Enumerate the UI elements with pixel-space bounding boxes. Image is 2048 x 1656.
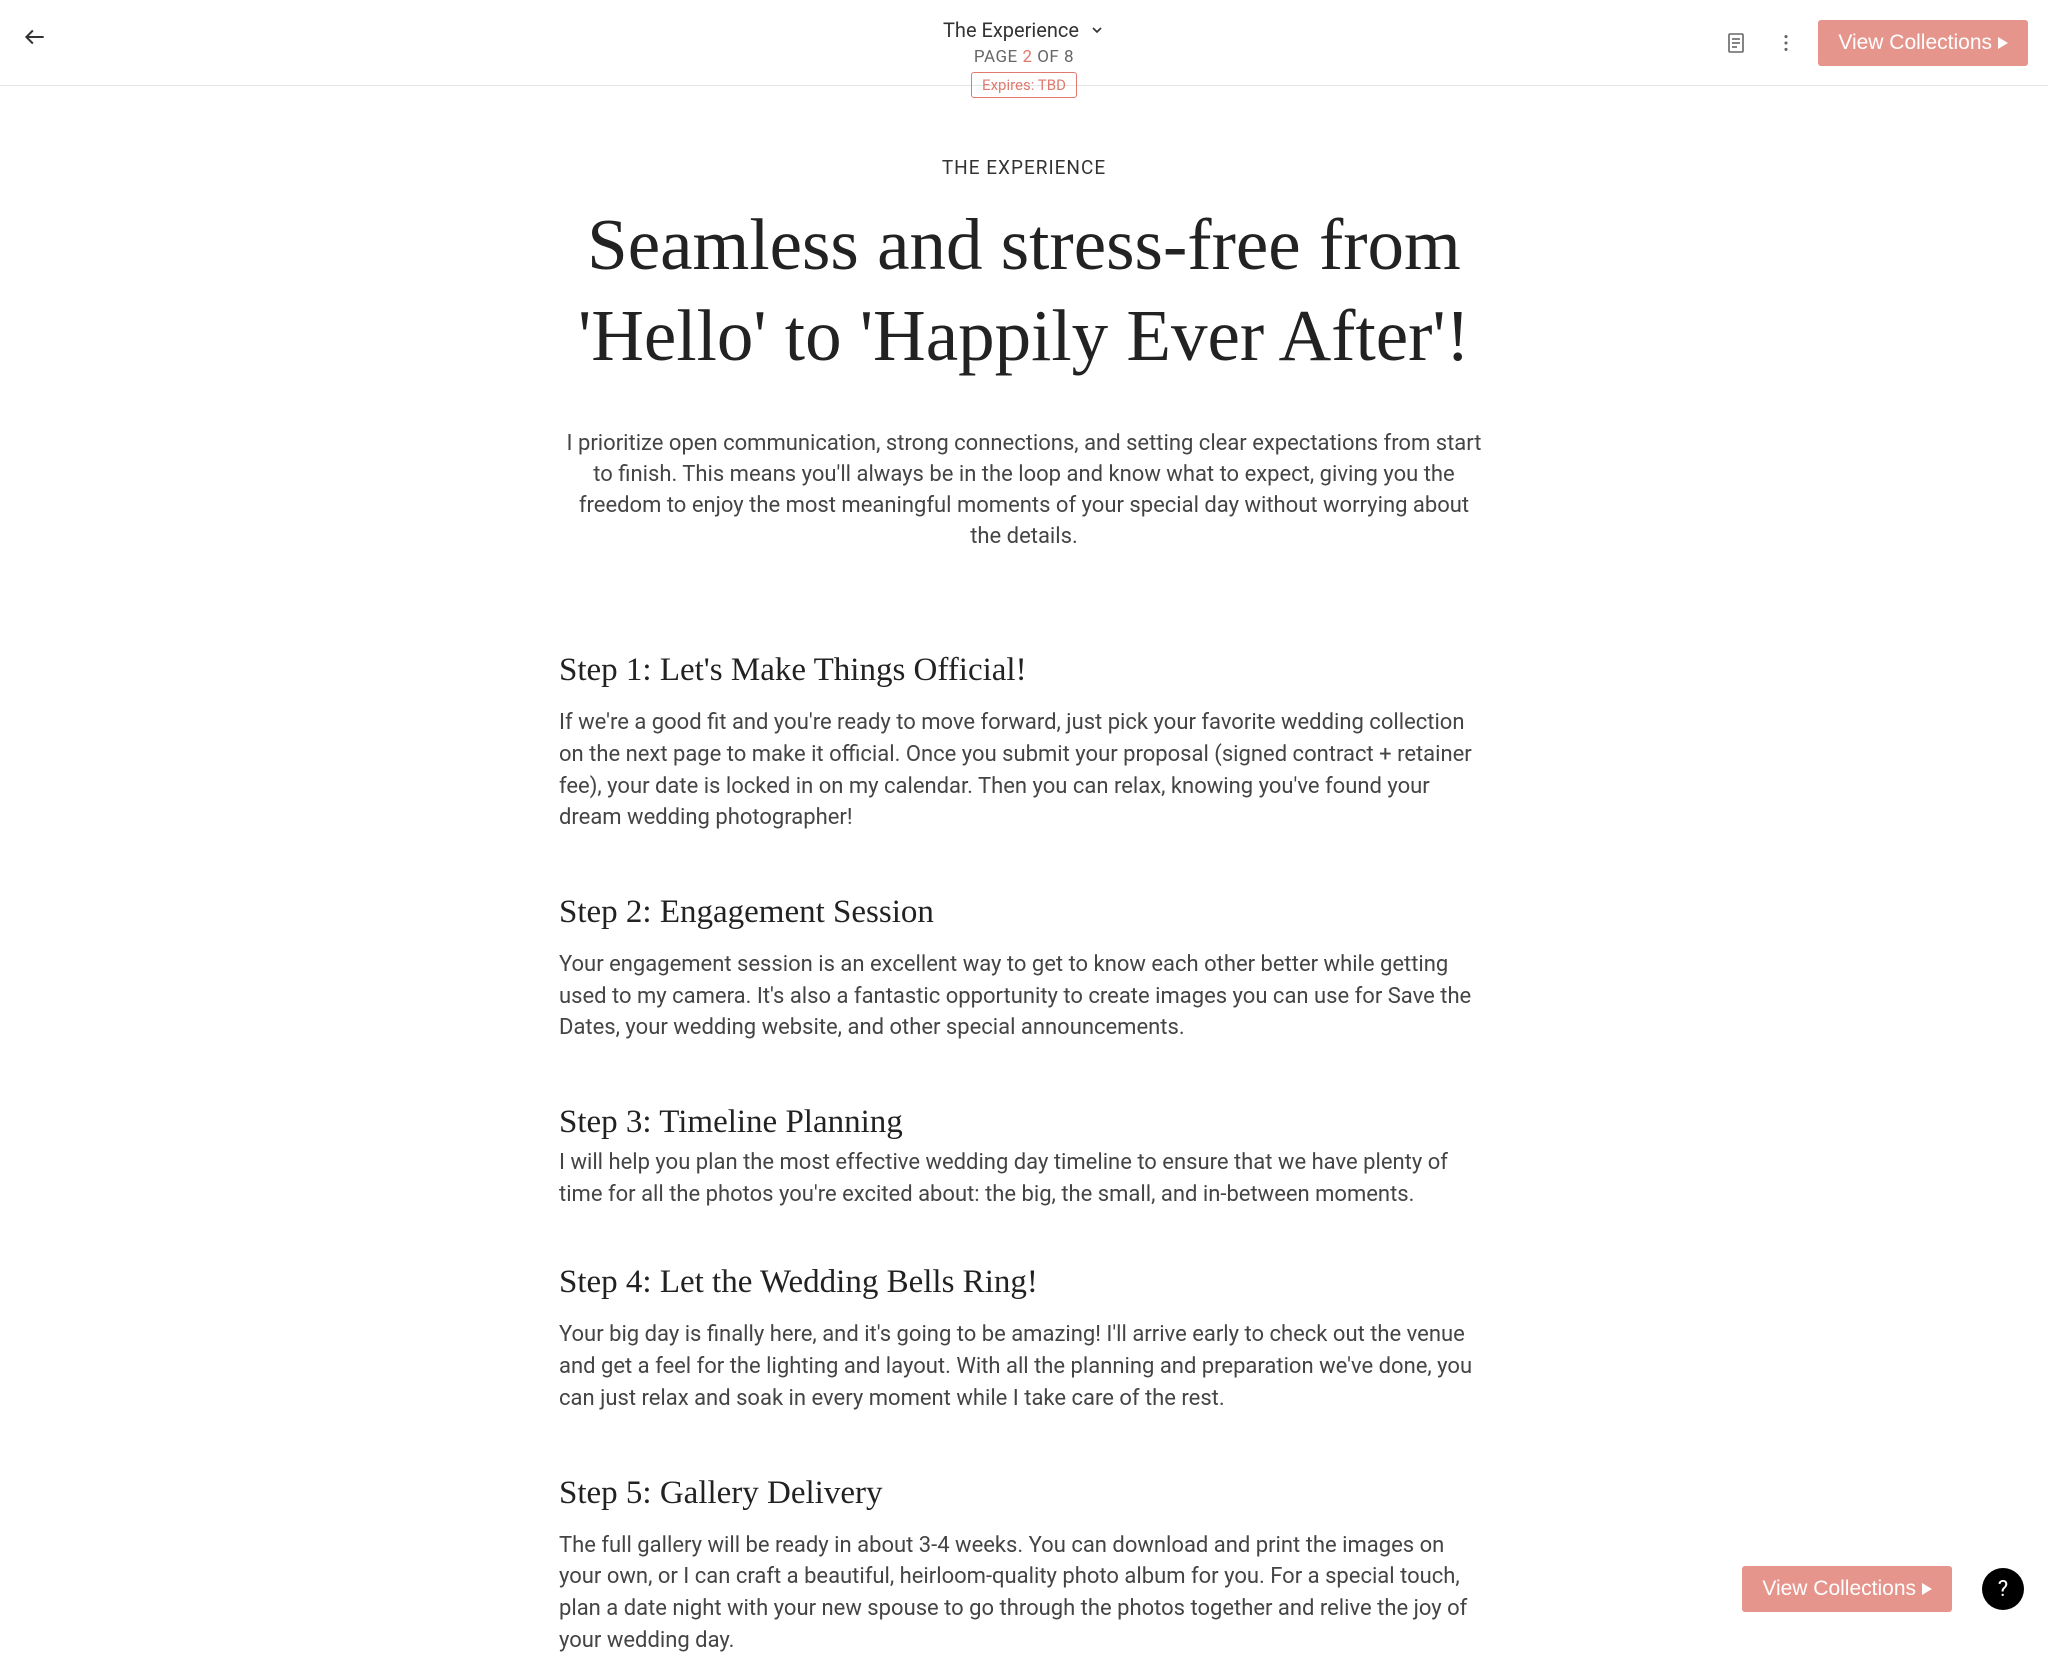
back-button[interactable] — [22, 24, 48, 50]
header-right: View Collections — [1718, 20, 2028, 66]
step-2-title: Step 2: Engagement Session — [559, 894, 1489, 931]
page-mid: OF — [1033, 47, 1065, 67]
page-current: 2 — [1022, 47, 1032, 67]
dropdown-title-text: The Experience — [943, 18, 1079, 42]
document-icon-button[interactable] — [1718, 25, 1754, 61]
document-icon — [1724, 31, 1748, 55]
step-3-title: Step 3: Timeline Planning — [559, 1104, 1489, 1141]
step-4: Step 4: Let the Wedding Bells Ring! Your… — [559, 1264, 1489, 1414]
step-2: Step 2: Engagement Session Your engageme… — [559, 894, 1489, 1044]
page-prefix: PAGE — [974, 47, 1023, 67]
step-1-body: If we're a good fit and you're ready to … — [559, 707, 1489, 834]
triangle-right-icon — [1998, 37, 2008, 49]
step-5-title: Step 5: Gallery Delivery — [559, 1475, 1489, 1512]
intro-paragraph: I prioritize open communication, strong … — [559, 428, 1489, 553]
header-center: The Experience PAGE 2 OF 8 Expires: TBD — [943, 18, 1105, 98]
view-collections-label-top: View Collections — [1838, 31, 1992, 55]
bottom-right-controls: View Collections ? — [1742, 1566, 2024, 1612]
expires-badge: Expires: TBD — [971, 72, 1077, 98]
step-5: Step 5: Gallery Delivery The full galler… — [559, 1475, 1489, 1656]
chevron-down-icon — [1089, 22, 1105, 38]
step-2-body: Your engagement session is an excellent … — [559, 949, 1489, 1044]
triangle-right-icon — [1922, 1583, 1932, 1595]
main-content: THE EXPERIENCE Seamless and stress-free … — [559, 86, 1489, 1656]
page-title: Seamless and stress-free from 'Hello' to… — [559, 199, 1489, 382]
page-indicator: PAGE 2 OF 8 — [974, 47, 1074, 67]
view-collections-button-top[interactable]: View Collections — [1818, 20, 2028, 66]
step-1: Step 1: Let's Make Things Official! If w… — [559, 652, 1489, 834]
step-3-body: I will help you plan the most effective … — [559, 1147, 1489, 1210]
arrow-left-icon — [22, 24, 48, 50]
help-button[interactable]: ? — [1982, 1568, 2024, 1610]
more-menu-button[interactable] — [1768, 25, 1804, 61]
page-dropdown[interactable]: The Experience — [943, 18, 1105, 42]
view-collections-label-bottom: View Collections — [1762, 1577, 1916, 1601]
header-bar: The Experience PAGE 2 OF 8 Expires: TBD … — [0, 0, 2048, 86]
page-total: 8 — [1064, 47, 1074, 67]
step-4-title: Step 4: Let the Wedding Bells Ring! — [559, 1264, 1489, 1301]
step-4-body: Your big day is finally here, and it's g… — [559, 1319, 1489, 1414]
step-5-body: The full gallery will be ready in about … — [559, 1530, 1489, 1656]
more-vertical-icon — [1775, 32, 1797, 54]
view-collections-button-bottom[interactable]: View Collections — [1742, 1566, 1952, 1612]
step-3: Step 3: Timeline Planning I will help yo… — [559, 1104, 1489, 1210]
step-1-title: Step 1: Let's Make Things Official! — [559, 652, 1489, 689]
eyebrow-label: THE EXPERIENCE — [559, 156, 1489, 179]
